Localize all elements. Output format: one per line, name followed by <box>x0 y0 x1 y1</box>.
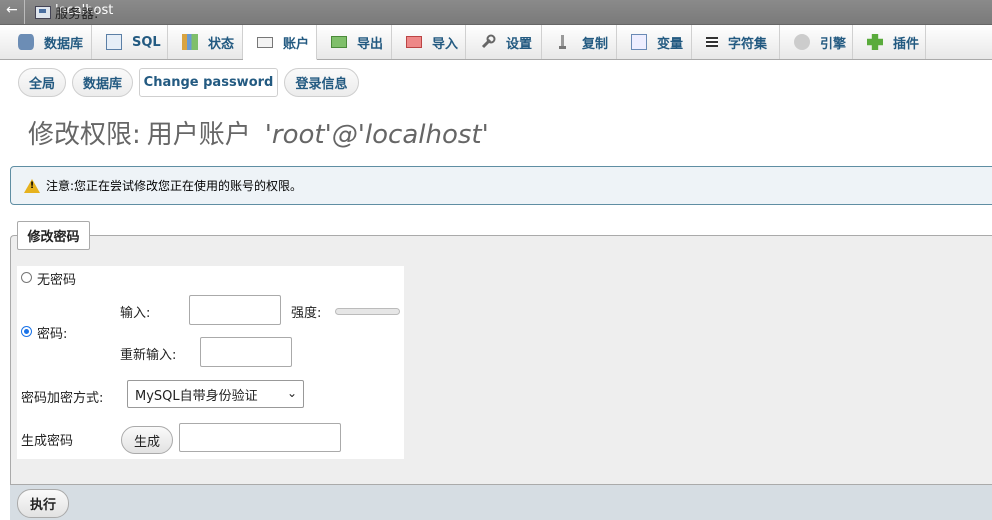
reenter-label: 重新输入: <box>120 348 177 363</box>
tab-label: 字符集 <box>728 36 768 52</box>
server-breadcrumb-bar: ← 服务器: localhost <box>0 0 992 25</box>
subtab-change-password[interactable]: Change password <box>139 68 278 97</box>
chevron-down-icon: ⌄ <box>286 386 297 400</box>
tab-user-accounts[interactable]: 账户 <box>243 25 317 60</box>
no-password-radio[interactable] <box>21 272 32 283</box>
title-user: 'root'@'localhost' <box>264 120 489 150</box>
tab-label: 数据库 <box>44 36 84 52</box>
fieldset-legend: 修改密码 <box>17 221 90 250</box>
tab-label: 插件 <box>893 36 920 52</box>
subtab-database[interactable]: 数据库 <box>72 68 133 97</box>
tab-replication[interactable]: 复制 <box>542 25 617 59</box>
generate-button[interactable]: 生成 <box>121 426 173 454</box>
generated-password-field[interactable] <box>179 423 341 452</box>
password-input[interactable] <box>189 295 281 325</box>
tab-label: SQL <box>132 34 161 50</box>
divider <box>24 0 25 24</box>
charset-icon <box>706 37 718 47</box>
hashing-select[interactable]: MySQL自带身份验证 ⌄ <box>127 380 304 408</box>
tab-label: 导入 <box>432 36 459 52</box>
main-tab-bar: 数据库 SQL 状态 账户 导出 导入 设置 复制 变量 字符集 引擎 插件 <box>0 25 992 60</box>
submit-button[interactable]: 执行 <box>17 489 69 518</box>
notice-box: 注意:您正在尝试修改您正在使用的账号的权限。 <box>10 166 992 205</box>
replication-icon <box>556 34 572 50</box>
server-label: 服务器: <box>55 7 99 22</box>
enter-label: 输入: <box>120 306 151 321</box>
user-accounts-icon <box>257 36 273 48</box>
page-title: 修改权限: 用户账户 'root'@'localhost' <box>28 114 489 151</box>
tab-label: 设置 <box>506 36 533 52</box>
password-radio[interactable] <box>21 326 32 337</box>
status-icon <box>182 34 198 50</box>
server-icon <box>35 6 51 19</box>
no-password-label[interactable]: 无密码 <box>37 269 76 288</box>
tab-status[interactable]: 状态 <box>168 25 243 59</box>
title-middle: 用户账户 <box>146 120 251 150</box>
tab-charsets[interactable]: 字符集 <box>692 25 780 59</box>
tab-label: 账户 <box>283 36 310 52</box>
generate-label: 生成密码 <box>21 434 74 449</box>
tab-sql[interactable]: SQL <box>92 25 168 59</box>
password-label[interactable]: 密码: <box>37 323 67 342</box>
export-icon <box>331 36 347 48</box>
warning-icon <box>24 178 40 193</box>
tab-databases[interactable]: 数据库 <box>4 25 92 59</box>
tab-label: 导出 <box>357 36 384 52</box>
engine-icon <box>794 34 810 50</box>
sql-icon <box>106 34 122 50</box>
variables-icon <box>631 34 647 50</box>
tab-import[interactable]: 导入 <box>392 25 466 59</box>
back-arrow-icon[interactable]: ← <box>6 2 18 18</box>
tab-plugins[interactable]: 插件 <box>853 25 926 59</box>
tab-label: 状态 <box>208 36 235 52</box>
server-breadcrumb[interactable]: 服务器: localhost <box>55 3 113 22</box>
tab-engines[interactable]: 引擎 <box>780 25 853 59</box>
notice-text: 注意:您正在尝试修改您正在使用的账号的权限。 <box>46 179 303 193</box>
hashing-label: 密码加密方式: <box>21 391 104 406</box>
form-footer <box>10 484 992 520</box>
tab-variables[interactable]: 变量 <box>617 25 692 59</box>
import-icon <box>406 36 422 48</box>
database-icon <box>18 34 34 50</box>
tab-export[interactable]: 导出 <box>317 25 392 59</box>
wrench-icon <box>480 34 496 50</box>
hashing-select-value: MySQL自带身份验证 <box>135 388 258 404</box>
subtab-login-info[interactable]: 登录信息 <box>284 68 359 97</box>
tab-label: 复制 <box>582 36 609 52</box>
password-reenter-input[interactable] <box>200 337 292 367</box>
plugin-icon <box>867 34 883 50</box>
tab-label: 变量 <box>657 36 684 52</box>
title-prefix: 修改权限: <box>28 120 141 150</box>
subtab-global[interactable]: 全局 <box>18 68 66 97</box>
tab-label: 引擎 <box>820 36 847 52</box>
password-strength-meter <box>335 308 400 315</box>
tab-settings[interactable]: 设置 <box>466 25 542 59</box>
strength-label: 强度: <box>291 306 322 321</box>
